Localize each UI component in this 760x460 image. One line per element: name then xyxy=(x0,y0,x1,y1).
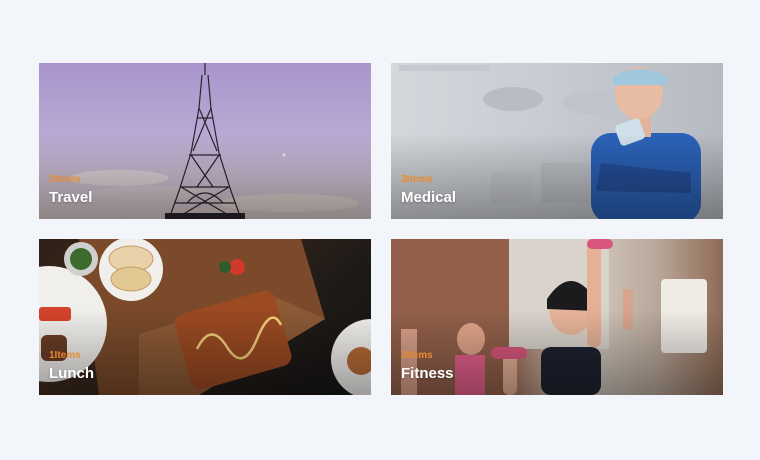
category-title: Fitness xyxy=(401,365,454,382)
item-count: 3Items xyxy=(401,174,433,185)
category-meta: 3Items Medical xyxy=(401,174,456,207)
category-title: Medical xyxy=(401,189,457,206)
item-count: 3Items xyxy=(401,350,433,361)
category-card-fitness[interactable]: 3Items Fitness xyxy=(391,239,723,395)
category-card-lunch[interactable]: 1Items Lunch xyxy=(39,239,371,395)
category-title: Lunch xyxy=(49,365,94,382)
category-meta: 2Items Travel xyxy=(49,174,92,207)
category-card-medical[interactable]: 3Items Medical xyxy=(391,63,723,219)
category-meta: 3Items Fitness xyxy=(401,350,454,383)
category-grid: 2Items Travel 3Items Medical 1Items Lunc… xyxy=(39,63,723,395)
category-title: Travel xyxy=(49,189,93,206)
item-count: 1Items xyxy=(49,350,81,361)
category-meta: 1Items Lunch xyxy=(49,350,94,383)
category-card-travel[interactable]: 2Items Travel xyxy=(39,63,371,219)
item-count: 2Items xyxy=(49,174,81,185)
